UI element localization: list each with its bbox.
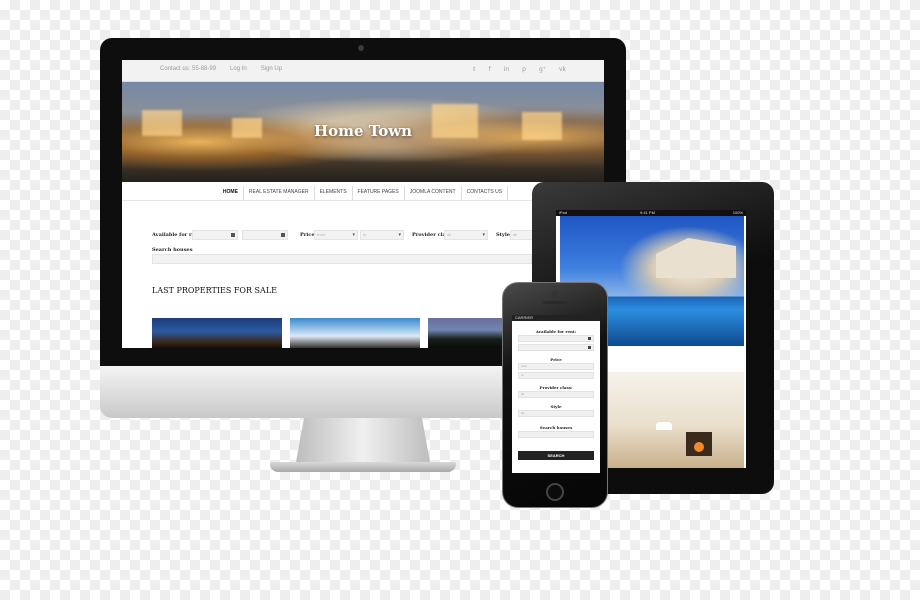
price-label: Price [300, 232, 315, 238]
linkedin-icon[interactable]: in [504, 66, 509, 73]
m-search-houses-label: Search houses [539, 425, 573, 430]
calendar-icon [281, 233, 285, 237]
house-shape [656, 238, 736, 278]
m-style-select[interactable]: all [518, 410, 594, 417]
price-to-select[interactable]: to ▾ [360, 230, 404, 240]
property-thumbnail[interactable] [290, 318, 420, 348]
m-style-label: Style [550, 404, 562, 409]
nav-item-contacts[interactable]: CONTACTS US [462, 186, 509, 200]
facebook-icon[interactable]: f [489, 66, 491, 73]
search-button[interactable]: SEARCH [518, 451, 594, 460]
search-houses-input[interactable] [152, 254, 532, 264]
tablet-status-left: iPad [559, 210, 568, 215]
camera-icon [552, 291, 558, 297]
site-title: Home Town [313, 122, 413, 140]
google-plus-icon[interactable]: g⁺ [539, 66, 546, 73]
style-value: all [513, 232, 518, 237]
available-to-field[interactable] [242, 230, 288, 240]
fireplace-shape [686, 432, 712, 456]
pinterest-icon[interactable]: p [522, 66, 526, 73]
m-provider-label: Provider class: [539, 385, 573, 390]
m-price-to[interactable]: to [518, 372, 594, 379]
tablet-status-time: 9:41 PM [640, 210, 655, 215]
m-available-from[interactable] [518, 335, 594, 342]
price-from-value: from [317, 232, 325, 237]
nav-item-real-estate[interactable]: REAL ESTATE MANAGER [244, 186, 315, 200]
carrier-text: CARRIER [515, 315, 534, 320]
chevron-down-icon: ▾ [352, 232, 355, 238]
tablet-status-battery: 100% [732, 210, 743, 215]
nav-item-home[interactable]: HOME [218, 186, 244, 200]
m-available-label: Available for rent: [535, 329, 577, 334]
m-available-to[interactable] [518, 344, 594, 351]
camera-icon [358, 45, 364, 51]
signup-link[interactable]: Sign Up [261, 66, 282, 72]
chevron-down-icon: ▾ [482, 232, 485, 238]
provider-value: all [447, 232, 452, 237]
calendar-icon [588, 346, 591, 349]
calendar-icon [231, 233, 235, 237]
calendar-icon [588, 337, 591, 340]
available-from-field[interactable] [192, 230, 238, 240]
provider-select[interactable]: all ▾ [444, 230, 488, 240]
m-price-from[interactable]: from [518, 363, 594, 370]
nav-item-feature-pages[interactable]: FEATURE PAGES [353, 186, 405, 200]
property-thumbnail[interactable] [152, 318, 282, 348]
login-link[interactable]: Log In [230, 66, 247, 72]
search-houses-label: Search houses [152, 247, 193, 253]
phone-status-bar: CARRIER [512, 315, 600, 321]
chevron-down-icon: ▾ [398, 232, 401, 238]
hero-banner: Home Town [122, 82, 604, 182]
imac-stand-base [270, 462, 456, 472]
imac-stand [296, 418, 430, 462]
search-form: Available for rent Price from ▾ to ▾ Provi… [152, 230, 592, 244]
home-button[interactable] [546, 483, 564, 501]
nav-item-elements[interactable]: ELEMENTS [315, 186, 353, 200]
m-search-houses-input[interactable] [518, 431, 594, 438]
price-to-value: to [363, 232, 367, 237]
section-title: LAST PROPERTIES FOR SALE [152, 286, 277, 295]
speaker-grille [543, 301, 567, 304]
social-links: 𝕥 f in p g⁺ vk [473, 66, 566, 73]
vk-icon[interactable]: vk [559, 66, 566, 73]
contact-text: Contact us: 55-88-99 [160, 66, 217, 72]
lamp-shape [656, 422, 672, 430]
m-price-label: Price [550, 357, 562, 362]
phone-screen: CARRIER Available for rent: Price from t… [512, 315, 600, 473]
iphone-device: CARRIER Available for rent: Price from t… [502, 282, 608, 508]
twitter-icon[interactable]: 𝕥 [473, 66, 476, 73]
top-bar-links: Contact us: 55-88-99 Log In Sign Up [160, 66, 282, 72]
price-from-select[interactable]: from ▾ [314, 230, 358, 240]
top-bar: Contact us: 55-88-99 Log In Sign Up 𝕥 f … [122, 60, 604, 82]
nav-item-joomla[interactable]: JOOMLA CONTENT [405, 186, 462, 200]
m-provider-select[interactable]: all [518, 391, 594, 398]
